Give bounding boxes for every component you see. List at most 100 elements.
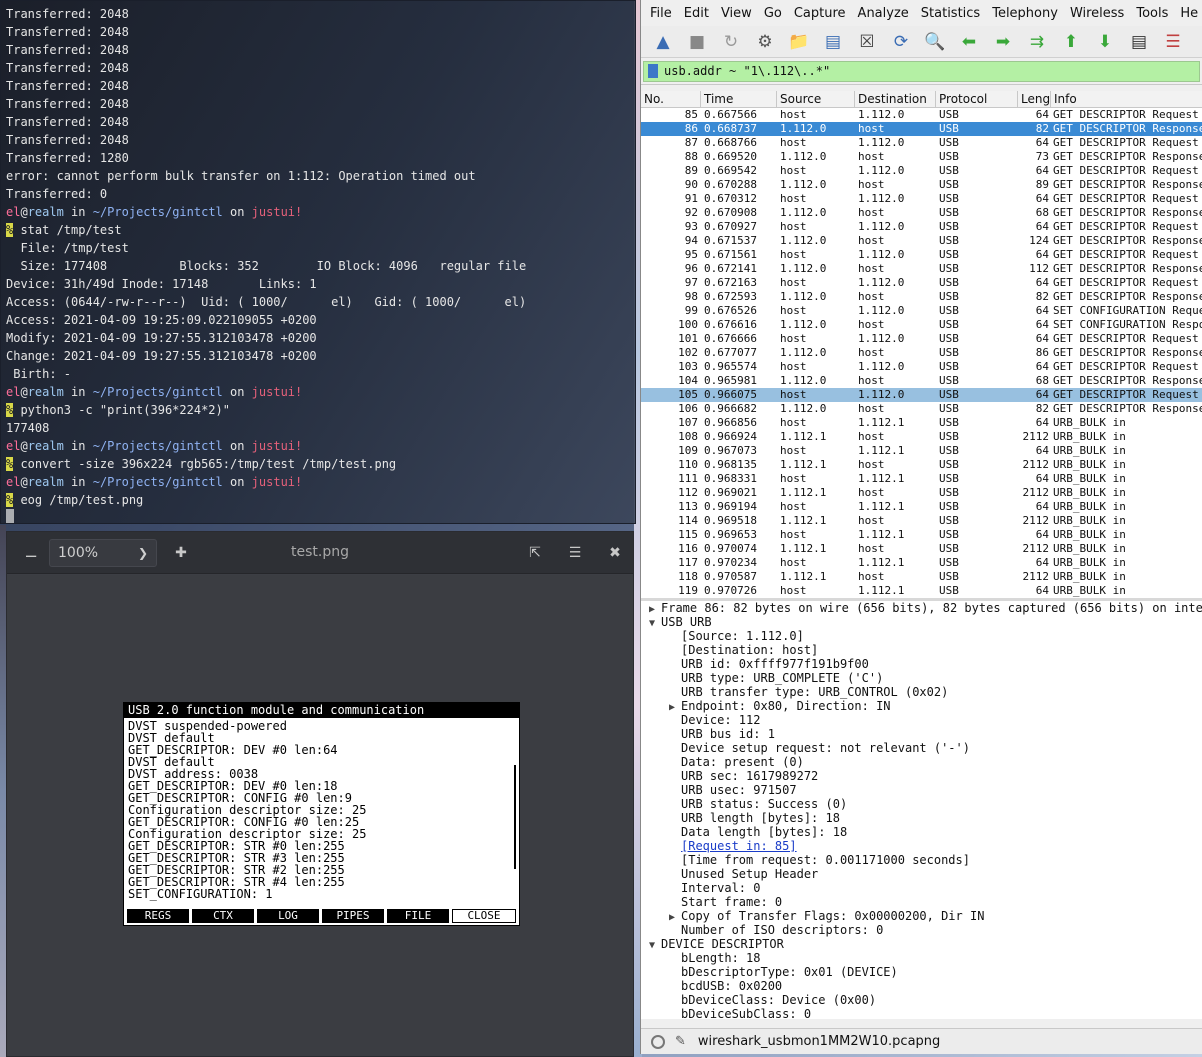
table-row[interactable]: 90 0.670288 1.112.0 host USB 89 GET DESCRIPTOR… bbox=[641, 178, 1202, 192]
tree-node[interactable]: URB sec: 1617989272 bbox=[641, 769, 1202, 783]
table-row[interactable]: 115 0.969653 host 1.112.1 USB 64 URB_BULK in bbox=[641, 528, 1202, 542]
column-header[interactable]: Protocol bbox=[936, 91, 1018, 107]
table-row[interactable]: 118 0.970587 1.112.1 host USB 2112 URB_BULK in bbox=[641, 570, 1202, 584]
tree-node[interactable]: Number of ISO descriptors: 0 bbox=[641, 923, 1202, 937]
autoscroll-icon[interactable]: ▤ bbox=[1126, 29, 1152, 55]
reload-icon[interactable]: ⟳ bbox=[888, 29, 914, 55]
table-row[interactable]: 109 0.967073 host 1.112.1 USB 64 URB_BULK in bbox=[641, 444, 1202, 458]
tree-node[interactable]: Device setup request: not relevant ('-') bbox=[641, 741, 1202, 755]
table-row[interactable]: 100 0.676616 1.112.0 host USB 64 SET CONFIGURA… bbox=[641, 318, 1202, 332]
tree-node[interactable]: [Destination: host] bbox=[641, 643, 1202, 657]
table-row[interactable]: 97 0.672163 host 1.112.0 USB 64 GET DESCRIPTOR… bbox=[641, 276, 1202, 290]
tree-node[interactable]: Data: present (0) bbox=[641, 755, 1202, 769]
table-row[interactable]: 102 0.677077 1.112.0 host USB 86 GET DESCRIPTO… bbox=[641, 346, 1202, 360]
collapse-arrow-icon[interactable]: ▼ bbox=[649, 939, 661, 953]
tree-node[interactable]: Unused Setup Header bbox=[641, 867, 1202, 881]
wireshark-window[interactable]: File Edit View Go Capture Analyze Statistics Te… bbox=[640, 0, 1202, 1054]
table-row[interactable]: 110 0.968135 1.112.1 host USB 2112 URB_BULK in bbox=[641, 458, 1202, 472]
table-row[interactable]: 89 0.669542 host 1.112.0 USB 64 GET DESCRIPTOR… bbox=[641, 164, 1202, 178]
go-back-icon[interactable]: ⬅ bbox=[956, 29, 982, 55]
expert-info-icon[interactable] bbox=[651, 1034, 665, 1049]
zoom-out-icon[interactable]: ⚊ bbox=[21, 543, 41, 563]
menu-item[interactable]: Go bbox=[764, 6, 782, 21]
tree-node[interactable]: Interval: 0 bbox=[641, 881, 1202, 895]
tree-node[interactable]: ▶ Endpoint: 0x80, Direction: IN bbox=[641, 699, 1202, 713]
tree-node[interactable]: URB usec: 971507 bbox=[641, 783, 1202, 797]
first-packet-icon[interactable]: ⬆ bbox=[1058, 29, 1084, 55]
shark-fin-start-icon[interactable]: ▲ bbox=[650, 29, 676, 55]
table-row[interactable]: 112 0.969021 1.112.1 host USB 2112 URB_BULK in bbox=[641, 486, 1202, 500]
zoom-level-select[interactable]: 100% ❯ bbox=[49, 538, 157, 567]
tree-node[interactable]: [Request in: 85] bbox=[641, 839, 1202, 853]
tree-node[interactable]: bcdUSB: 0x0200 bbox=[641, 979, 1202, 993]
table-row[interactable]: 119 0.970726 host 1.112.1 USB 64 URB_BULK in bbox=[641, 584, 1202, 598]
column-header[interactable]: Source bbox=[777, 91, 855, 107]
open-folder-icon[interactable]: 📁 bbox=[786, 29, 812, 55]
menu-icon[interactable]: ☰ bbox=[565, 543, 585, 563]
packet-list[interactable]: 85 0.667566 host 1.112.0 USB 64 GET DESCRIPTOR… bbox=[641, 108, 1202, 598]
tree-node[interactable]: URB id: 0xffff977f191b9f00 bbox=[641, 657, 1202, 671]
go-forward-icon[interactable]: ➡ bbox=[990, 29, 1016, 55]
terminal-window[interactable]: Transferred: 2048 Transferred: 2048 Transf… bbox=[0, 0, 636, 524]
tree-node[interactable]: URB status: Success (0) bbox=[641, 797, 1202, 811]
table-row[interactable]: 107 0.966856 host 1.112.1 USB 64 URB_BULK in bbox=[641, 416, 1202, 430]
display-filter-input[interactable]: usb.addr ~ "1\.112\..*" bbox=[643, 60, 1200, 82]
packet-details-tree[interactable]: ▶ Frame 86: 82 bytes on wire (656 bits), … bbox=[641, 601, 1202, 1019]
table-row[interactable]: 88 0.669520 1.112.0 host USB 73 GET DESCRIPTOR… bbox=[641, 150, 1202, 164]
table-row[interactable]: 98 0.672593 1.112.0 host USB 82 GET DESCRIPTOR… bbox=[641, 290, 1202, 304]
column-header[interactable]: Info bbox=[1051, 91, 1202, 107]
bookmark-icon[interactable] bbox=[648, 64, 658, 78]
restart-capture-icon[interactable]: ↻ bbox=[718, 29, 744, 55]
tree-node[interactable]: URB bus id: 1 bbox=[641, 727, 1202, 741]
column-header[interactable]: Leng bbox=[1018, 91, 1051, 107]
save-file-icon[interactable]: ▤ bbox=[820, 29, 846, 55]
table-row[interactable]: 96 0.672141 1.112.0 host USB 112 GET DESCRIPTO… bbox=[641, 262, 1202, 276]
menu-item[interactable]: File bbox=[650, 6, 672, 21]
table-row[interactable]: 116 0.970074 1.112.1 host USB 2112 URB_BULK in bbox=[641, 542, 1202, 556]
tree-node[interactable]: URB transfer type: URB_CONTROL (0x02) bbox=[641, 685, 1202, 699]
tree-node[interactable]: Start frame: 0 bbox=[641, 895, 1202, 909]
image-viewer-window[interactable]: ⚊ 100% ❯ ✚ test.png ⇱ ☰ ✖ USB 2.0 functi… bbox=[6, 531, 634, 1057]
last-packet-icon[interactable]: ⬇ bbox=[1092, 29, 1118, 55]
table-row[interactable]: 113 0.969194 host 1.112.1 USB 64 URB_BULK in bbox=[641, 500, 1202, 514]
capture-options-icon[interactable]: ⚙ bbox=[752, 29, 778, 55]
table-row[interactable]: 95 0.671561 host 1.112.0 USB 64 GET DESCRIPTOR… bbox=[641, 248, 1202, 262]
table-row[interactable]: 86 0.668737 1.112.0 host USB 82 GET DESCRIPTOR… bbox=[641, 122, 1202, 136]
menu-item[interactable]: Statistics bbox=[921, 6, 980, 21]
table-row[interactable]: 108 0.966924 1.112.1 host USB 2112 URB_BULK in bbox=[641, 430, 1202, 444]
tree-node[interactable]: URB type: URB_COMPLETE ('C') bbox=[641, 671, 1202, 685]
table-row[interactable]: 94 0.671537 1.112.0 host USB 124 GET DESCRIPTO… bbox=[641, 234, 1202, 248]
menu-item[interactable]: Telephony bbox=[992, 6, 1058, 21]
menu-item[interactable]: Analyze bbox=[858, 6, 909, 21]
request-link[interactable]: [Request in: 85] bbox=[681, 839, 797, 853]
stop-capture-icon[interactable]: ■ bbox=[684, 29, 710, 55]
table-row[interactable]: 114 0.969518 1.112.1 host USB 2112 URB_BULK in bbox=[641, 514, 1202, 528]
edit-comment-icon[interactable]: ✎ bbox=[675, 1034, 686, 1049]
fullscreen-icon[interactable]: ⇱ bbox=[525, 543, 545, 563]
table-row[interactable]: 101 0.676666 host 1.112.0 USB 64 GET DESCRIPTO… bbox=[641, 332, 1202, 346]
close-file-icon[interactable]: ☒ bbox=[854, 29, 880, 55]
close-icon[interactable]: ✖ bbox=[605, 543, 625, 563]
table-row[interactable]: 106 0.966682 1.112.0 host USB 82 GET DESCRIPTO… bbox=[641, 402, 1202, 416]
tree-node[interactable]: URB length [bytes]: 18 bbox=[641, 811, 1202, 825]
table-row[interactable]: 99 0.676526 host 1.112.0 USB 64 SET CONFIGURAT… bbox=[641, 304, 1202, 318]
menu-item[interactable]: Edit bbox=[684, 6, 709, 21]
tree-node[interactable]: bDescriptorType: 0x01 (DEVICE) bbox=[641, 965, 1202, 979]
table-row[interactable]: 104 0.965981 1.112.0 host USB 68 GET DESCRIPTO… bbox=[641, 374, 1202, 388]
column-header[interactable]: No. bbox=[641, 91, 701, 107]
menu-item[interactable]: Wireless bbox=[1070, 6, 1124, 21]
tree-node[interactable]: ▼ USB URB bbox=[641, 615, 1202, 629]
go-to-packet-icon[interactable]: ⇉ bbox=[1024, 29, 1050, 55]
table-row[interactable]: 85 0.667566 host 1.112.0 USB 64 GET DESCRIPTOR… bbox=[641, 108, 1202, 122]
colorize-icon[interactable]: ☰ bbox=[1160, 29, 1186, 55]
menu-item[interactable]: View bbox=[721, 6, 752, 21]
tree-node[interactable]: [Time from request: 0.001171000 seconds] bbox=[641, 853, 1202, 867]
column-header[interactable]: Destination bbox=[855, 91, 936, 107]
tree-node[interactable]: Device: 112 bbox=[641, 713, 1202, 727]
tree-node[interactable]: bDeviceSubClass: 0 bbox=[641, 1007, 1202, 1019]
table-row[interactable]: 105 0.966075 host 1.112.0 USB 64 GET DESCRIPTO… bbox=[641, 388, 1202, 402]
zoom-in-icon[interactable]: ✚ bbox=[171, 543, 191, 563]
table-row[interactable]: 92 0.670908 1.112.0 host USB 68 GET DESCRIPTOR… bbox=[641, 206, 1202, 220]
tree-node[interactable]: bDeviceClass: Device (0x00) bbox=[641, 993, 1202, 1007]
table-row[interactable]: 91 0.670312 host 1.112.0 USB 64 GET DESCRIPTOR… bbox=[641, 192, 1202, 206]
